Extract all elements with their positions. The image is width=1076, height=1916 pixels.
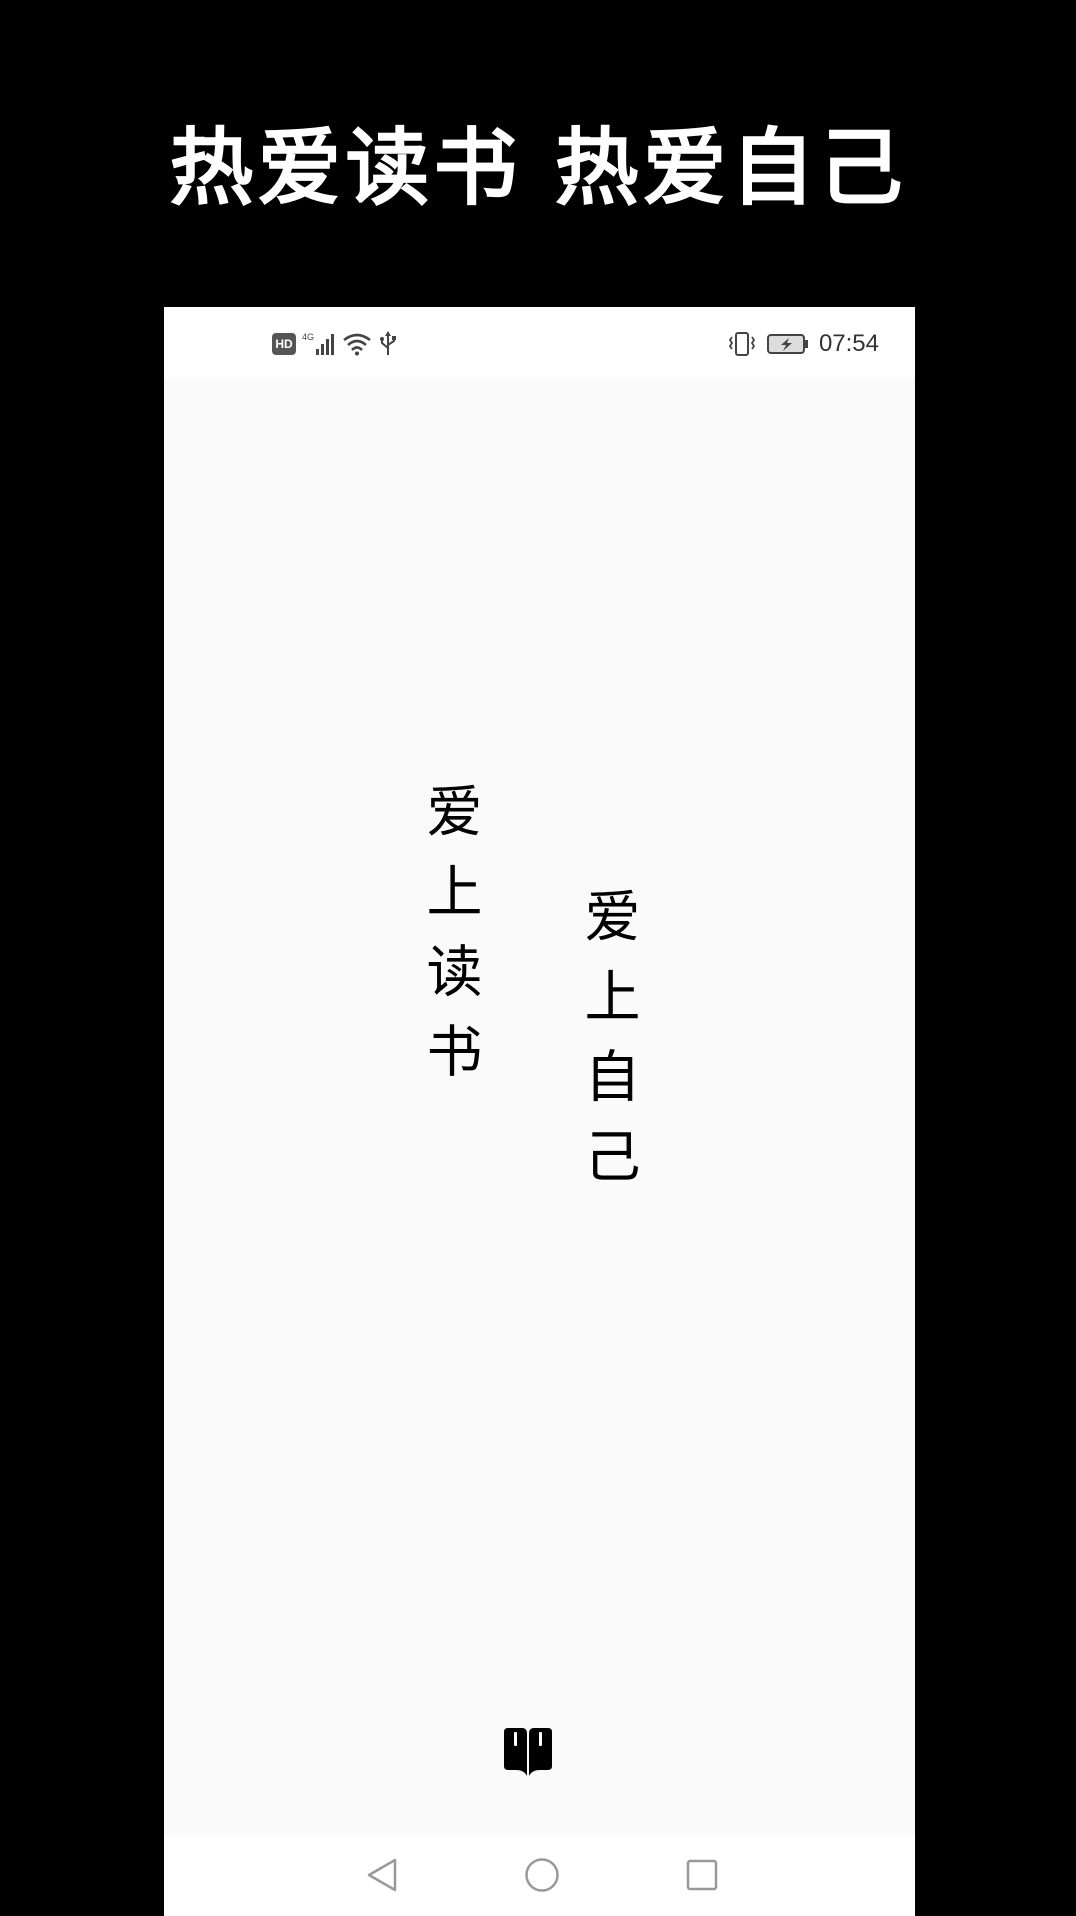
open-book-icon [504,1728,552,1776]
navigation-bar [164,1835,915,1916]
status-left-group: HD 4G [272,329,398,359]
splash-slogan-right: 爱上自己 [575,887,640,1207]
home-icon [525,1858,559,1892]
promo-headline: 热爱读书 热爱自己 [169,118,907,217]
hd-badge: HD [272,333,296,355]
phone-screen: HD 4G 07:54 爱上读书 爱上自己 [164,307,915,1916]
nav-recent-apps-button[interactable] [680,1853,724,1897]
wifi-icon [343,333,371,356]
signal-4g-icon: 4G [302,332,334,355]
usb-icon [380,331,396,355]
splash-slogan-left: 爱上读书 [417,782,482,1102]
vibrate-icon [728,332,756,356]
status-time: 07:54 [818,330,879,357]
status-bar: HD 4G 07:54 [164,307,915,379]
nav-back-button[interactable] [360,1853,404,1897]
nav-home-button[interactable] [520,1853,564,1897]
recent-apps-icon [686,1859,718,1891]
network-type-label: 4G [302,332,314,342]
status-right-group: 07:54 [727,329,879,359]
battery-charging-icon [766,334,808,354]
back-icon [367,1858,397,1892]
